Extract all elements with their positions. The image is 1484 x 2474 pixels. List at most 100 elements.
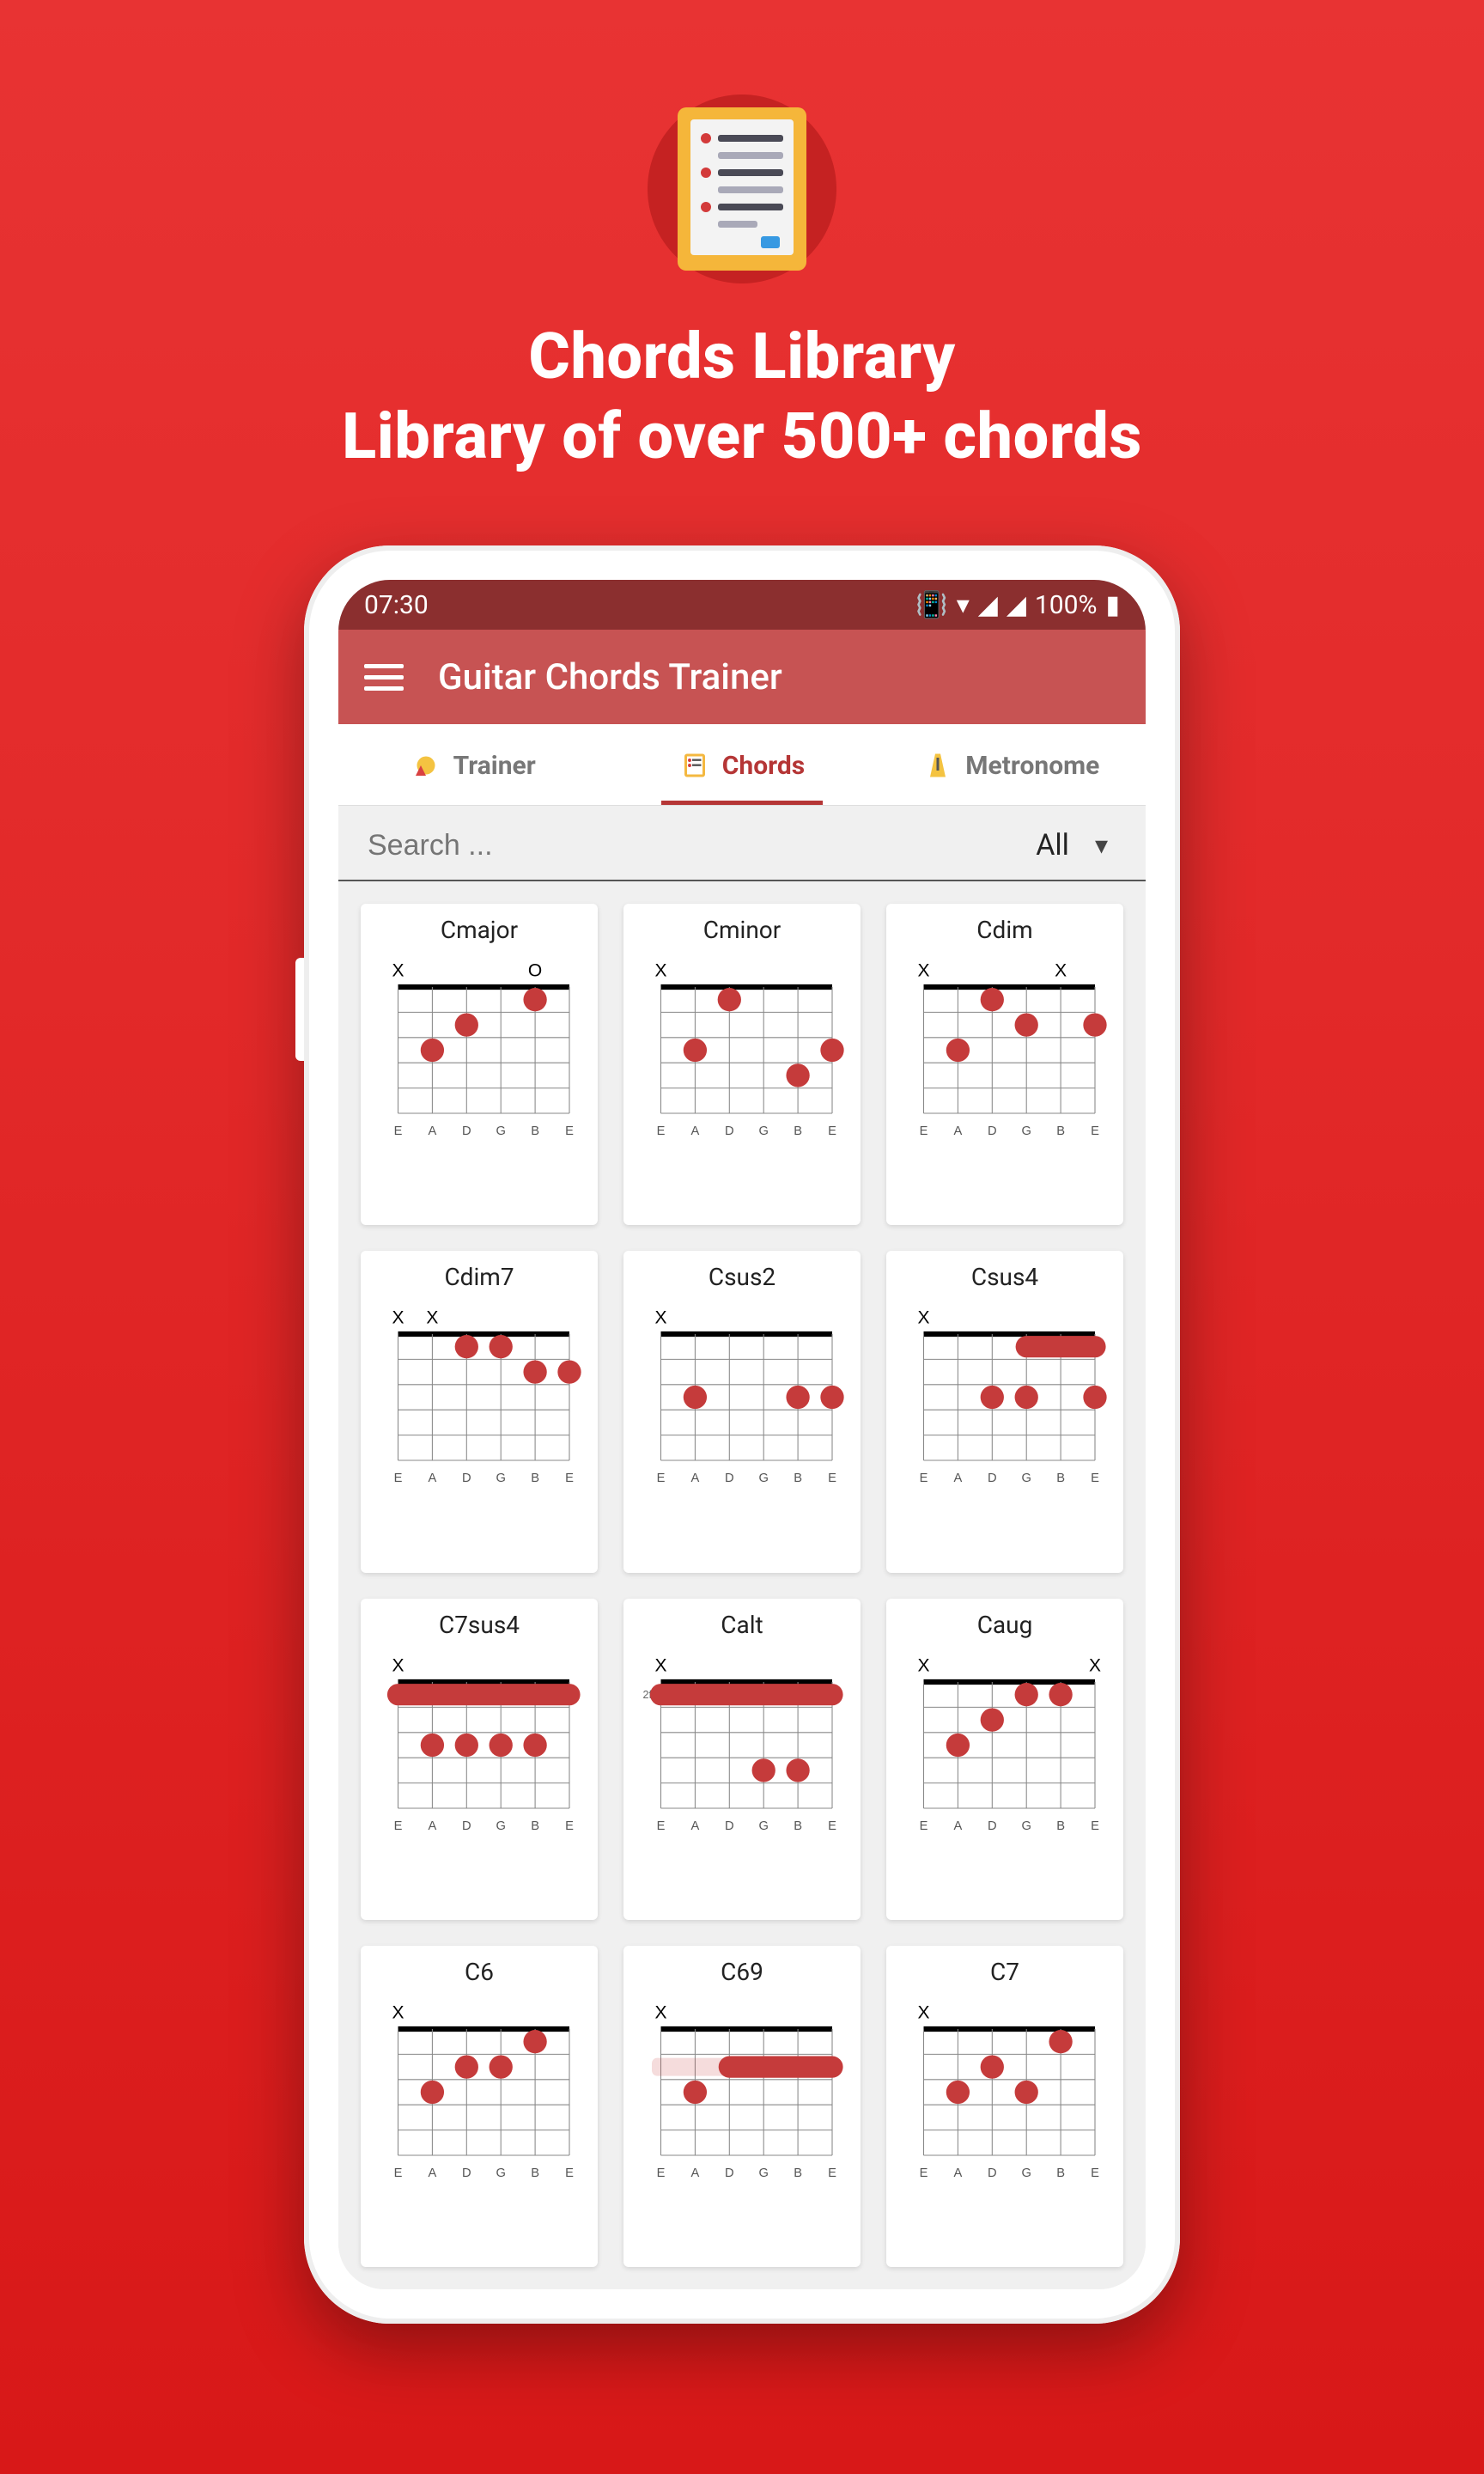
- svg-text:G: G: [496, 2166, 505, 2180]
- battery-icon: ▮: [1105, 590, 1120, 620]
- chord-card[interactable]: CaugXXEADGBE: [886, 1599, 1123, 1920]
- svg-text:X: X: [392, 2002, 404, 2022]
- svg-text:B: B: [794, 1472, 802, 1485]
- svg-text:B: B: [1056, 1472, 1065, 1485]
- svg-text:D: D: [462, 1124, 471, 1138]
- tab-chords[interactable]: Chords: [607, 724, 876, 805]
- svg-text:B: B: [531, 1819, 539, 1833]
- svg-text:X: X: [654, 1308, 666, 1328]
- svg-text:E: E: [920, 1472, 928, 1485]
- headline-line2: Library of over 500+ chords: [342, 398, 1142, 478]
- svg-text:G: G: [496, 1124, 505, 1138]
- app-title: Guitar Chords Trainer: [438, 656, 782, 698]
- svg-text:D: D: [725, 2166, 734, 2180]
- filter-dropdown[interactable]: All ▾: [1036, 828, 1116, 862]
- svg-text:G: G: [1021, 1472, 1031, 1485]
- chords-icon: [679, 750, 710, 781]
- chord-card[interactable]: CaltX2frEADGBE: [623, 1599, 861, 1920]
- chord-card[interactable]: CdimXXEADGBE: [886, 904, 1123, 1225]
- svg-text:X: X: [654, 2002, 666, 2022]
- chord-card[interactable]: C69XEADGBE: [623, 1946, 861, 2267]
- chord-grid: CmajorXOEADGBECminorXEADGBECdimXXEADGBEC…: [338, 881, 1146, 2289]
- svg-text:G: G: [1021, 2166, 1031, 2180]
- headline-line1: Chords Library: [342, 318, 1142, 398]
- svg-text:X: X: [917, 960, 929, 980]
- svg-text:E: E: [657, 1472, 666, 1485]
- hamburger-menu-icon[interactable]: [364, 664, 404, 691]
- svg-text:E: E: [565, 1819, 574, 1833]
- svg-text:O: O: [528, 960, 542, 980]
- svg-text:X: X: [392, 960, 404, 980]
- svg-text:E: E: [394, 1472, 403, 1485]
- chord-card[interactable]: Csus2XEADGBE: [623, 1251, 861, 1572]
- svg-text:E: E: [920, 2166, 928, 2180]
- svg-text:B: B: [531, 1124, 539, 1138]
- svg-text:X: X: [917, 2002, 929, 2022]
- svg-text:A: A: [954, 1124, 963, 1138]
- svg-text:A: A: [954, 1819, 963, 1833]
- chord-card[interactable]: C7XEADGBE: [886, 1946, 1123, 2267]
- chord-card[interactable]: Cdim7XXEADGBE: [361, 1251, 598, 1572]
- svg-text:X: X: [426, 1308, 438, 1328]
- svg-text:E: E: [657, 1124, 666, 1138]
- svg-text:X: X: [1055, 960, 1067, 980]
- svg-text:D: D: [725, 1124, 734, 1138]
- chord-diagram: XXEADGBE: [371, 1298, 587, 1488]
- svg-text:D: D: [988, 1124, 997, 1138]
- chord-card[interactable]: CminorXEADGBE: [623, 904, 861, 1225]
- svg-text:X: X: [392, 1308, 404, 1328]
- svg-text:D: D: [988, 1819, 997, 1833]
- tabs: Trainer Chords Metronome: [338, 724, 1146, 806]
- filter-value: All: [1036, 828, 1069, 862]
- signal-icon-2: ◢: [1007, 590, 1026, 620]
- svg-text:G: G: [758, 1124, 768, 1138]
- battery-text: 100%: [1035, 590, 1098, 620]
- svg-text:A: A: [429, 1124, 437, 1138]
- status-bar: 07:30 📳 ▾ ◢ ◢ 100% ▮: [338, 580, 1146, 630]
- phone-frame: 07:30 📳 ▾ ◢ ◢ 100% ▮ Guitar Chords Train…: [304, 545, 1180, 2324]
- chord-card[interactable]: C6XEADGBE: [361, 1946, 598, 2267]
- svg-text:G: G: [496, 1472, 505, 1485]
- status-time: 07:30: [364, 590, 429, 620]
- svg-text:X: X: [917, 1308, 929, 1328]
- chevron-down-icon: ▾: [1095, 831, 1108, 861]
- svg-text:D: D: [462, 2166, 471, 2180]
- chord-card[interactable]: C7sus4XEADGBE: [361, 1599, 598, 1920]
- chord-diagram: XEADGBE: [371, 1646, 587, 1836]
- svg-text:B: B: [794, 2166, 802, 2180]
- svg-text:E: E: [828, 1819, 836, 1833]
- svg-text:A: A: [429, 1472, 437, 1485]
- svg-text:X: X: [392, 1655, 404, 1675]
- chord-name: Csus4: [971, 1263, 1038, 1291]
- tab-metronome[interactable]: Metronome: [877, 724, 1146, 805]
- chord-name: C7: [990, 1958, 1019, 1986]
- chord-name: C69: [721, 1958, 763, 1986]
- svg-text:E: E: [920, 1124, 928, 1138]
- svg-text:D: D: [988, 2166, 997, 2180]
- svg-text:G: G: [496, 1819, 505, 1833]
- chord-card[interactable]: CmajorXOEADGBE: [361, 904, 598, 1225]
- svg-text:G: G: [758, 1472, 768, 1485]
- svg-text:E: E: [1091, 1819, 1099, 1833]
- chord-card[interactable]: Csus4XEADGBE: [886, 1251, 1123, 1572]
- chord-name: Cmajor: [441, 916, 518, 944]
- svg-text:A: A: [429, 1819, 437, 1833]
- search-input[interactable]: [368, 829, 1027, 862]
- chord-name: Caug: [977, 1611, 1033, 1639]
- svg-text:E: E: [394, 2166, 403, 2180]
- svg-text:E: E: [1091, 1472, 1099, 1485]
- svg-text:D: D: [725, 1819, 734, 1833]
- headline: Chords Library Library of over 500+ chor…: [342, 318, 1142, 477]
- svg-text:E: E: [565, 1124, 574, 1138]
- svg-text:X: X: [654, 1655, 666, 1675]
- chord-diagram: XEADGBE: [897, 1993, 1113, 2183]
- svg-text:E: E: [1091, 1124, 1099, 1138]
- svg-text:G: G: [1021, 1124, 1031, 1138]
- svg-text:E: E: [394, 1819, 403, 1833]
- hero-clipboard-icon: [648, 94, 836, 283]
- tab-trainer[interactable]: Trainer: [338, 724, 607, 805]
- phone-screen: 07:30 📳 ▾ ◢ ◢ 100% ▮ Guitar Chords Train…: [338, 580, 1146, 2289]
- svg-text:G: G: [1021, 1819, 1031, 1833]
- wifi-icon: ▾: [957, 590, 970, 620]
- svg-text:B: B: [1056, 1819, 1065, 1833]
